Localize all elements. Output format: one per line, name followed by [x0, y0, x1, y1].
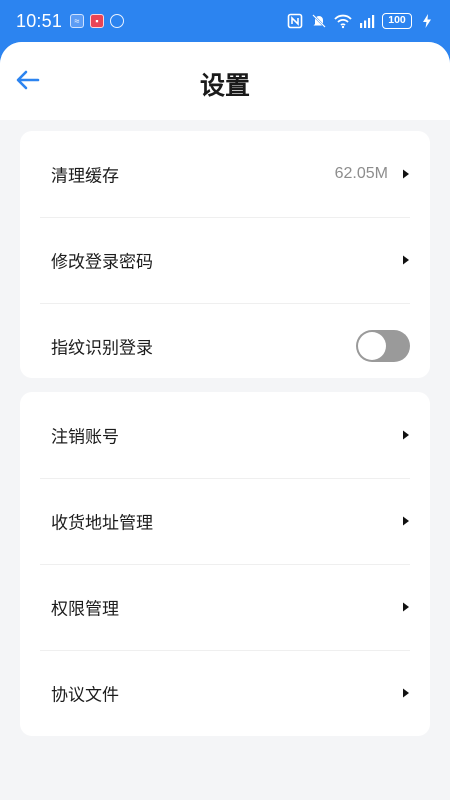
sync-app-icon — [110, 14, 124, 28]
agreement-documents-row[interactable]: 协议文件 — [40, 650, 410, 736]
chevron-right-icon — [403, 516, 409, 526]
chevron-right-icon — [403, 602, 409, 612]
page-header: 设置 — [0, 42, 450, 120]
status-bar: 10:51 ≈ ▪ 100 — [0, 0, 450, 44]
chevron-right-icon — [403, 169, 409, 179]
agreement-documents-label: 协议文件 — [51, 685, 119, 705]
message-app-icon: ≈ — [70, 14, 84, 28]
permission-management-row[interactable]: 权限管理 — [40, 564, 410, 650]
wifi-icon — [334, 12, 352, 30]
clear-cache-row[interactable]: 清理缓存 62.05M — [40, 131, 410, 217]
delete-account-label: 注销账号 — [51, 427, 119, 447]
delete-account-row[interactable]: 注销账号 — [40, 392, 410, 478]
chevron-right-icon — [403, 430, 409, 440]
mute-icon — [310, 12, 328, 30]
notification-icons: ≈ ▪ — [70, 14, 124, 28]
video-app-icon: ▪ — [90, 14, 104, 28]
fingerprint-login-toggle[interactable] — [356, 330, 410, 362]
permission-management-label: 权限管理 — [51, 599, 119, 619]
signal-icon — [358, 12, 376, 30]
page-title: 设置 — [199, 72, 250, 100]
battery-indicator: 100 — [382, 13, 412, 29]
toggle-knob — [358, 332, 386, 360]
change-password-row[interactable]: 修改登录密码 — [40, 217, 410, 303]
chevron-right-icon — [403, 255, 409, 265]
fingerprint-login-row: 指纹识别登录 — [40, 303, 410, 389]
nfc-icon — [286, 12, 304, 30]
status-time: 10:51 — [16, 11, 63, 31]
settings-group-1: 清理缓存 62.05M 修改登录密码 指纹识别登录 — [20, 131, 430, 378]
cache-size-value: 62.05M — [334, 165, 388, 182]
settings-group-2: 注销账号 收货地址管理 权限管理 协议文件 — [20, 392, 430, 736]
change-password-label: 修改登录密码 — [51, 252, 153, 272]
address-management-label: 收货地址管理 — [51, 513, 153, 533]
settings-page: 设置 清理缓存 62.05M 修改登录密码 指纹识别登录 注销账号 收货地址管理 — [0, 42, 450, 800]
charging-icon — [418, 12, 436, 30]
clear-cache-label: 清理缓存 — [51, 166, 119, 186]
chevron-right-icon — [403, 688, 409, 698]
status-right-icons: 100 — [286, 12, 436, 30]
fingerprint-login-label: 指纹识别登录 — [51, 338, 153, 358]
address-management-row[interactable]: 收货地址管理 — [40, 478, 410, 564]
